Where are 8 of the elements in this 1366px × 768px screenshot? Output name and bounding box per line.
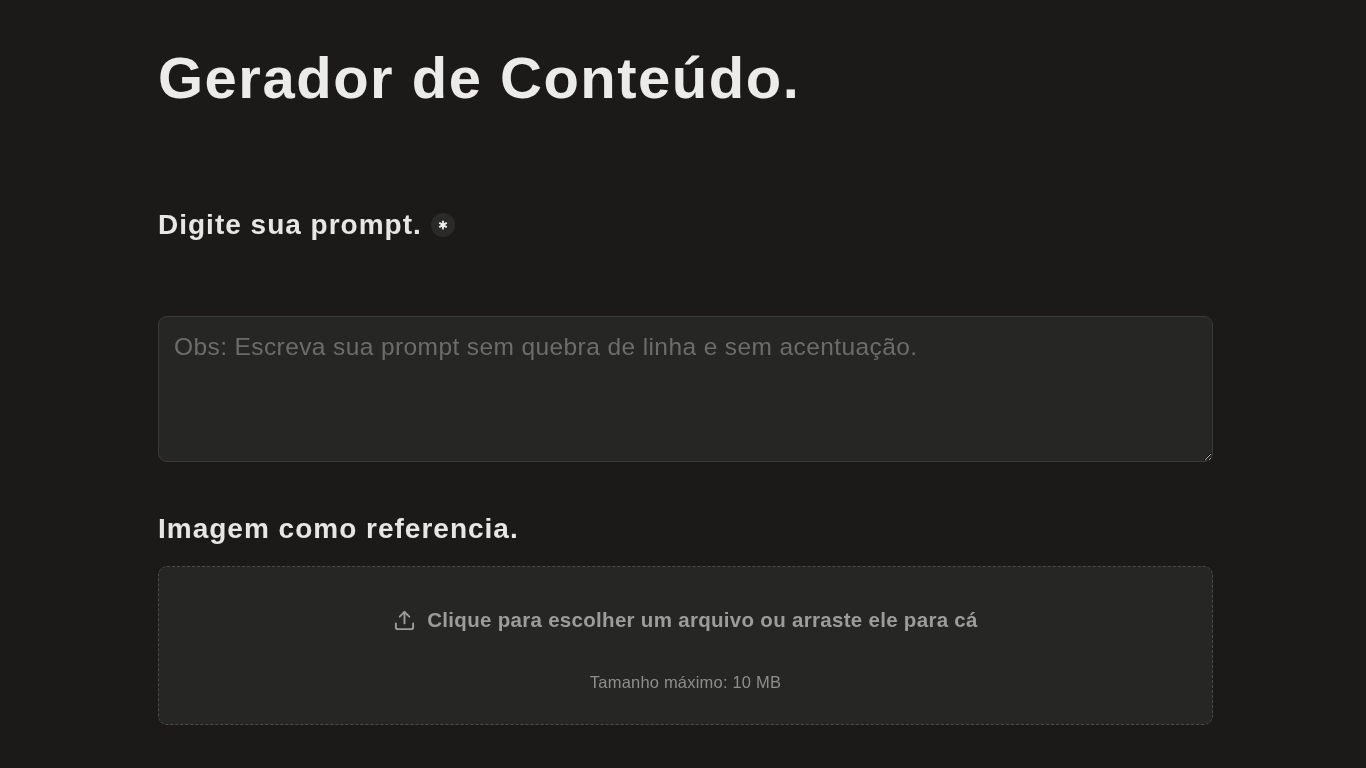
prompt-textarea[interactable]: Obs: Escreva sua prompt sem quebra de linha e sem acentuação.: [158, 316, 1213, 462]
size-limit-text: Tamanho máximo: 10 MB: [589, 672, 782, 692]
upload-instruction: Clique para escolher um arquivo ou arraste ele para cá: [427, 607, 978, 633]
field-label: Imagem como referencia.: [158, 513, 519, 545]
field-label: Digite sua prompt.: [158, 209, 422, 241]
page-title: Gerador de Conteúdo.: [158, 44, 801, 112]
file-drop-zone[interactable]: Clique para escolher um arquivo ou arraste ele para cá Tamanho máximo: 10 MB: [158, 566, 1213, 725]
upload-icon: [393, 608, 417, 632]
